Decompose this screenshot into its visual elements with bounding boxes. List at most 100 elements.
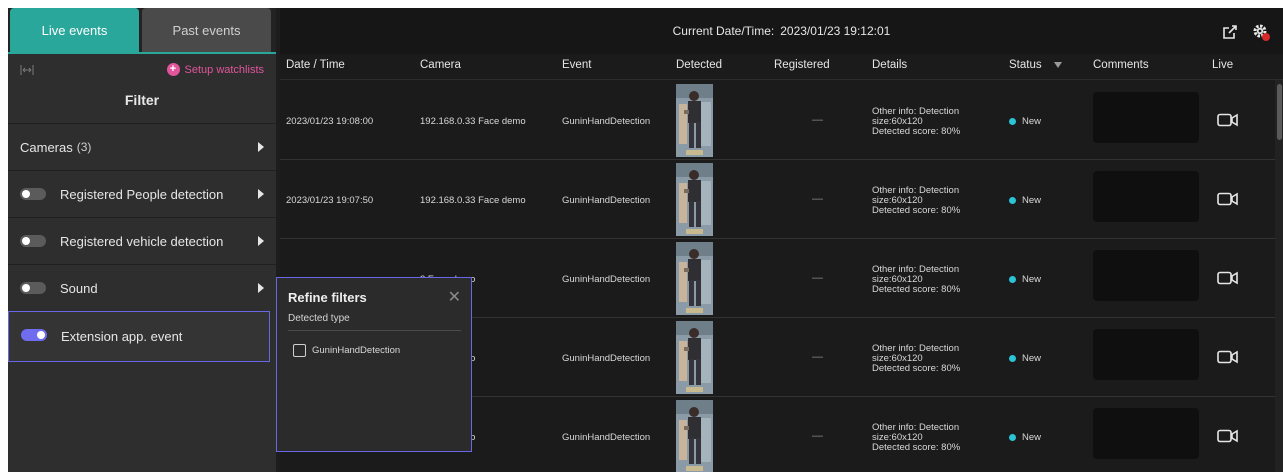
tab-past-events[interactable]: Past events	[142, 8, 271, 52]
live-camera-icon[interactable]	[1217, 350, 1239, 364]
cameras-count: (3)	[76, 140, 92, 154]
filter-sound[interactable]: Sound	[8, 264, 276, 311]
live-camera-icon[interactable]	[1217, 429, 1239, 443]
close-icon[interactable]: ✕	[448, 287, 461, 307]
comment-field[interactable]	[1093, 329, 1199, 380]
cameras-label: Cameras	[20, 139, 73, 155]
col-date-time[interactable]: Date / Time	[286, 59, 345, 71]
status-label: New	[1022, 274, 1042, 285]
filter-registered-people[interactable]: Registered People detection	[8, 170, 276, 217]
chevron-right-icon	[258, 236, 264, 246]
details-line: Detected score: 80%	[872, 205, 961, 216]
row-details: Other info: Detection size:60x120 Detect…	[872, 107, 960, 137]
comment-field[interactable]	[1093, 92, 1199, 143]
setup-watchlists-link[interactable]: + Setup watchlists	[166, 63, 264, 76]
live-camera-icon[interactable]	[1217, 113, 1239, 127]
datetime-value: 2023/01/23 19:12:01	[780, 24, 891, 38]
status-dot	[1009, 197, 1016, 204]
details-line: Detected score: 80%	[872, 442, 961, 453]
refine-title: Refine filters	[288, 290, 367, 305]
row-details: Other info: Detection size:60x120 Detect…	[872, 423, 960, 453]
col-camera[interactable]: Camera	[420, 59, 461, 71]
details-line: Detected score: 80%	[872, 284, 961, 295]
scrollbar-thumb[interactable]	[1277, 84, 1282, 140]
chevron-right-icon	[258, 283, 264, 293]
detected-type-label: Detected type	[288, 313, 350, 324]
toggle-vehicle-detection[interactable]	[20, 235, 46, 247]
row-details: Other info: Detection size:60x120 Detect…	[872, 265, 960, 295]
status-label: New	[1022, 116, 1042, 127]
filter-extension-app[interactable]: Extension app. event	[8, 311, 270, 362]
status-dot	[1009, 276, 1016, 283]
detected-thumbnail[interactable]	[676, 163, 713, 236]
status-dot	[1009, 434, 1016, 441]
row-event: GuninHandDetection	[562, 195, 651, 206]
plus-circle-icon: +	[166, 63, 180, 76]
option-gunin-hand-detection[interactable]: GuninHandDetection	[293, 344, 400, 357]
toggle-sound[interactable]	[20, 282, 46, 294]
option-label: GuninHandDetection	[312, 345, 401, 356]
detected-thumbnail[interactable]	[676, 84, 713, 157]
filter-sidebar: Live events Past events + Setup watchlis…	[8, 8, 276, 472]
event-tabs: Live events Past events	[8, 8, 276, 54]
comment-field[interactable]	[1093, 171, 1199, 222]
table-row[interactable]: 2023/01/23 19:08:00 192.168.0.33 Face de…	[280, 81, 1275, 160]
checkbox[interactable]	[293, 344, 306, 357]
col-status-label: Status	[1009, 59, 1042, 71]
chevron-right-icon	[258, 142, 264, 152]
tab-underline	[8, 52, 276, 54]
table-header: Date / Time Camera Event Detected Regist…	[280, 54, 1283, 80]
status-badge[interactable]: New	[1009, 353, 1041, 364]
chevron-right-icon	[258, 189, 264, 199]
status-badge[interactable]: New	[1009, 195, 1041, 206]
status-dot	[1009, 118, 1016, 125]
setup-watchlists-label: Setup watchlists	[184, 63, 264, 76]
col-registered[interactable]: Registered	[774, 59, 830, 71]
row-event: GuninHandDetection	[562, 353, 651, 364]
row-registered: —	[812, 430, 823, 442]
col-comments[interactable]: Comments	[1093, 59, 1149, 71]
status-label: New	[1022, 195, 1042, 206]
status-dot	[1009, 355, 1016, 362]
tab-live-events[interactable]: Live events	[10, 8, 139, 52]
filter-registered-vehicle[interactable]: Registered vehicle detection	[8, 217, 276, 264]
details-line: Detected score: 80%	[872, 363, 961, 374]
status-badge[interactable]: New	[1009, 432, 1041, 443]
toggle-people-detection[interactable]	[20, 188, 46, 200]
col-detected[interactable]: Detected	[676, 59, 722, 71]
divider	[288, 330, 461, 331]
app-window: Live events Past events + Setup watchlis…	[8, 8, 1283, 472]
row-registered: —	[812, 114, 823, 126]
export-icon[interactable]	[1222, 24, 1238, 40]
row-event: GuninHandDetection	[562, 116, 651, 127]
row-camera: 192.168.0.33 Face demo	[420, 116, 526, 127]
col-status[interactable]: Status	[1009, 59, 1062, 71]
col-details[interactable]: Details	[872, 59, 907, 71]
vehicle-detection-label: Registered vehicle detection	[60, 233, 224, 249]
comment-field[interactable]	[1093, 408, 1199, 459]
col-live[interactable]: Live	[1212, 59, 1233, 71]
detected-thumbnail[interactable]	[676, 400, 713, 472]
comment-field[interactable]	[1093, 250, 1199, 301]
toggle-extension-app[interactable]	[21, 329, 47, 341]
row-registered: —	[812, 351, 823, 363]
expand-width-icon[interactable]	[20, 64, 34, 76]
status-badge[interactable]: New	[1009, 274, 1041, 285]
table-row[interactable]: 2023/01/23 19:07:50 192.168.0.33 Face de…	[280, 160, 1275, 239]
col-event[interactable]: Event	[562, 59, 591, 71]
live-camera-icon[interactable]	[1217, 271, 1239, 285]
row-camera: 192.168.0.33 Face demo	[420, 195, 526, 206]
row-registered: —	[812, 272, 823, 284]
filter-funnel-icon[interactable]	[1053, 61, 1062, 68]
live-camera-icon[interactable]	[1217, 192, 1239, 206]
filter-title: Filter	[124, 92, 160, 108]
detected-thumbnail[interactable]	[676, 242, 713, 315]
status-badge[interactable]: New	[1009, 116, 1041, 127]
sound-label: Sound	[60, 280, 98, 296]
row-event: GuninHandDetection	[562, 274, 651, 285]
datetime-label: Current Date/Time:	[672, 24, 775, 38]
settings-gear-icon[interactable]	[1251, 22, 1271, 42]
detected-thumbnail[interactable]	[676, 321, 713, 394]
filter-cameras[interactable]: Cameras (3)	[8, 123, 276, 170]
row-date: 2023/01/23 19:07:50	[286, 195, 374, 206]
